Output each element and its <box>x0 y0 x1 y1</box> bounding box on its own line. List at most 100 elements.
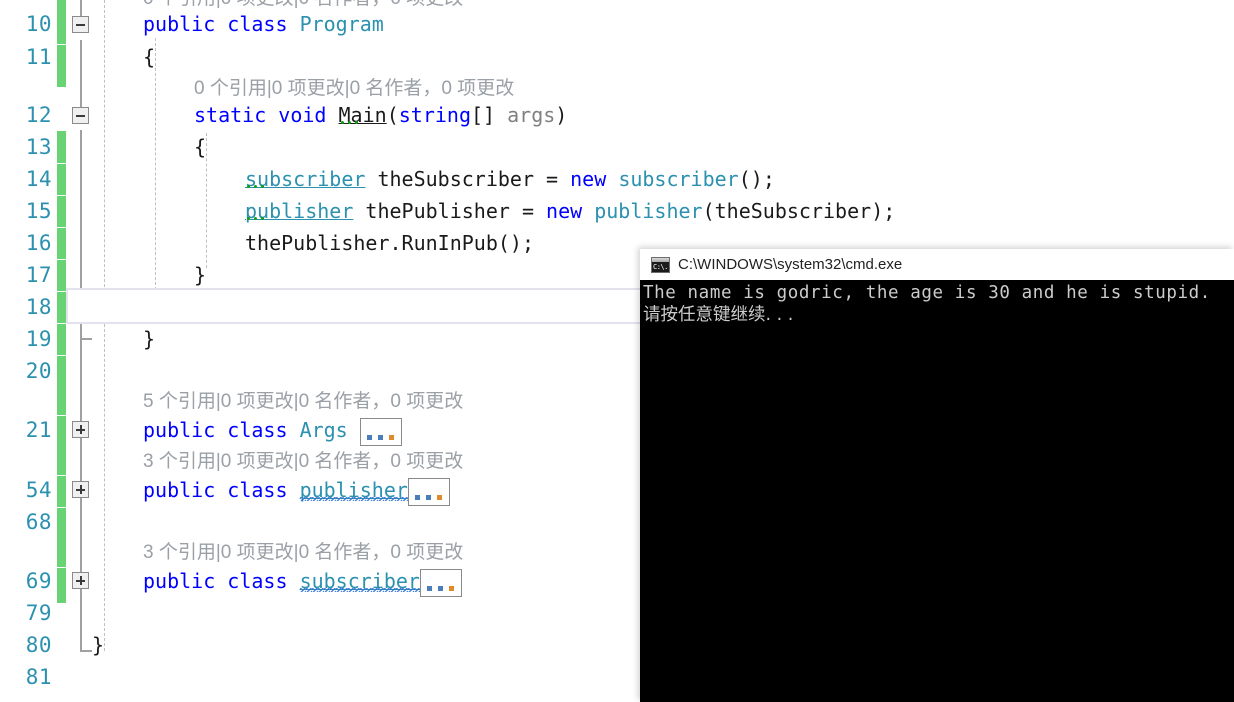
code-line-54[interactable]: public class publisher <box>143 474 450 506</box>
brace-open: { <box>194 135 207 159</box>
console-output-area[interactable]: The name is godric, the age is 30 and he… <box>640 280 1234 702</box>
console-title-bar[interactable]: C:\WINDOWS\system32\cmd.exe <box>640 249 1234 280</box>
collapsed-region-subscriber[interactable] <box>419 568 462 597</box>
dot <box>414 494 420 500</box>
fold-toggle-line-54[interactable] <box>72 481 89 498</box>
dot <box>436 494 442 500</box>
keyword-public: public <box>143 478 216 502</box>
keyword-class: class <box>227 12 288 36</box>
indent-guide <box>155 38 156 300</box>
identifier-thePublisher: thePublisher <box>245 231 390 255</box>
paren-empty: (); <box>738 167 775 191</box>
code-line-12[interactable]: static void Main(string[] args) <box>194 99 567 131</box>
line-number: 79 <box>25 601 52 625</box>
cmd-console-window[interactable]: C:\WINDOWS\system32\cmd.exe The name is … <box>640 249 1234 702</box>
line-number: 81 <box>25 665 52 689</box>
argument-theSubscriber: theSubscriber <box>714 199 872 223</box>
outline-guide <box>80 498 82 574</box>
paren-open: ( <box>386 103 399 127</box>
change-bar-segment <box>57 228 66 259</box>
change-bar-segment <box>57 568 66 603</box>
dot <box>426 585 432 591</box>
fold-toggle-line-21[interactable] <box>72 421 89 438</box>
code-line-10[interactable]: public class Program <box>143 8 384 40</box>
line-number: 18 <box>25 295 52 319</box>
collapsed-region-args[interactable] <box>359 417 402 446</box>
fold-toggle-line-10[interactable] <box>72 16 89 33</box>
line-number: 54 <box>25 478 52 502</box>
keyword-class: class <box>227 418 288 442</box>
type-subscriber: subscriber <box>299 569 420 593</box>
code-line-19[interactable]: } <box>143 323 155 355</box>
code-line-69[interactable]: public class subscriber <box>143 565 462 597</box>
cmd-icon <box>651 256 670 273</box>
outline-guide <box>80 438 82 484</box>
dot <box>366 434 372 440</box>
fold-toggle-line-12[interactable] <box>72 107 89 124</box>
change-bar-segment <box>57 0 66 44</box>
console-title-text: C:\WINDOWS\system32\cmd.exe <box>678 256 903 273</box>
dot <box>425 494 431 500</box>
code-line-14[interactable]: subscriber theSubscriber = new subscribe… <box>245 163 775 195</box>
brackets: [] <box>470 103 496 127</box>
dot <box>448 585 454 591</box>
code-line-80[interactable]: } <box>92 629 104 661</box>
dot: . <box>389 231 402 255</box>
line-number: 80 <box>25 633 52 657</box>
paren-close-semi: ); <box>871 199 896 223</box>
paren-open: ( <box>702 199 715 223</box>
keyword-string: string <box>398 103 471 127</box>
type-Program: Program <box>299 12 384 36</box>
keyword-new: new <box>570 167 607 191</box>
identifier-theSubscriber: theSubscriber <box>377 167 535 191</box>
keyword-public: public <box>143 569 216 593</box>
outline-elbow <box>80 650 92 652</box>
code-line-21[interactable]: public class Args <box>143 414 402 446</box>
indent-guide <box>206 133 207 268</box>
identifier-args: args <box>507 103 556 127</box>
outline-guide <box>80 589 82 651</box>
code-line-16[interactable]: thePublisher.RunInPub(); <box>245 227 534 259</box>
codelens-publisher-class[interactable]: 3 个引用|0 项更改|0 名作者，0 项更改 <box>143 447 463 477</box>
line-number: 19 <box>25 327 52 351</box>
line-number: 10 <box>25 12 52 36</box>
brace-close: } <box>143 327 156 351</box>
change-bar-segment <box>57 416 66 475</box>
codelens-subscriber-class[interactable]: 3 个引用|0 项更改|0 名作者，0 项更改 <box>143 538 463 568</box>
change-bar-segment <box>57 45 66 87</box>
type-publisher: publisher <box>245 199 354 223</box>
brace-close: } <box>194 263 207 287</box>
paren-close: ) <box>555 103 568 127</box>
change-bar-segment <box>57 164 66 195</box>
collapsed-region-publisher[interactable] <box>407 477 450 506</box>
fold-toggle-line-69[interactable] <box>72 572 89 589</box>
line-number: 14 <box>25 167 52 191</box>
code-line-15[interactable]: publisher thePublisher = new publisher(t… <box>245 195 895 227</box>
code-line-13[interactable]: { <box>194 131 206 163</box>
method-RunInPub: RunInPub <box>401 231 498 255</box>
line-number: 13 <box>25 135 52 159</box>
change-bar-segment <box>57 356 66 415</box>
dot <box>388 434 394 440</box>
codelens-args-class[interactable]: 5 个引用|0 项更改|0 名作者，0 项更改 <box>143 387 463 417</box>
identifier-thePublisher: thePublisher <box>365 199 510 223</box>
keyword-class: class <box>227 478 288 502</box>
code-line-17[interactable]: } <box>194 259 206 291</box>
line-number: 68 <box>25 510 52 534</box>
code-line-11[interactable]: { <box>143 41 155 73</box>
change-bar-segment <box>57 508 66 567</box>
identifier-Main: Main <box>338 103 387 127</box>
